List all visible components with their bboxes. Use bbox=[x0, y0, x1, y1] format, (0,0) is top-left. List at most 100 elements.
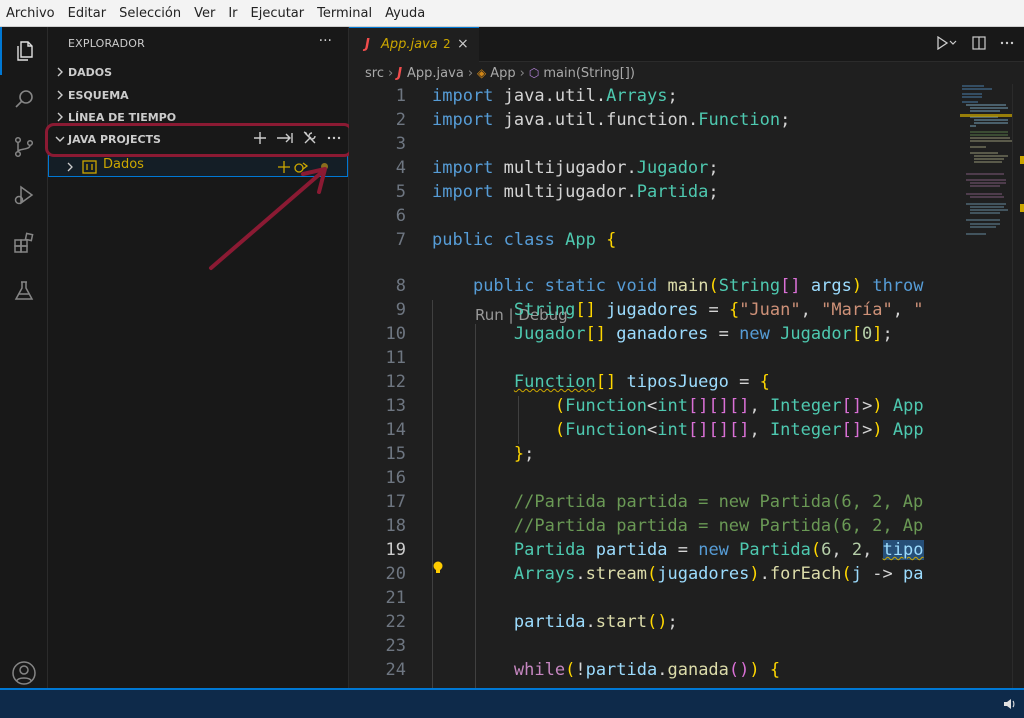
breadcrumb-src[interactable]: src bbox=[365, 66, 384, 81]
code-line[interactable]: 24 while(!partida.ganada()) { bbox=[349, 658, 952, 682]
warning-marker bbox=[1020, 204, 1024, 212]
editor-actions bbox=[936, 35, 1014, 54]
files-icon[interactable] bbox=[0, 27, 48, 75]
code-text: import java.util.Arrays; bbox=[432, 86, 678, 106]
code-line[interactable]: 22 partida.start(); bbox=[349, 610, 952, 634]
code-text: import java.util.function.Function; bbox=[432, 110, 791, 130]
code-line[interactable]: 16 bbox=[349, 466, 952, 490]
code-line[interactable]: 1 import java.util.Arrays; bbox=[349, 84, 952, 108]
breadcrumb-file[interactable]: App.java bbox=[407, 66, 464, 81]
close-icon[interactable]: × bbox=[457, 36, 469, 52]
breadcrumb-class[interactable]: App bbox=[490, 66, 515, 81]
tab-app-java[interactable]: J App.java 2 × bbox=[349, 27, 479, 62]
code-text: import multijugador.Partida; bbox=[432, 182, 719, 202]
more-icon[interactable] bbox=[1000, 36, 1014, 54]
line-number: 21 bbox=[385, 588, 406, 608]
source-control-icon[interactable] bbox=[0, 123, 48, 171]
code-text: public static void main(String[] args) t… bbox=[472, 276, 924, 296]
menu-seleccion[interactable]: Selección bbox=[119, 6, 181, 21]
code-line[interactable]: 18 //Partida partida = new Partida(6, 2,… bbox=[349, 514, 952, 538]
annotation-arrow-icon bbox=[209, 167, 327, 270]
notifications-icon[interactable] bbox=[1002, 696, 1016, 715]
java-file-icon: J bbox=[397, 65, 403, 81]
line-number: 6 bbox=[395, 206, 406, 226]
code-line[interactable]: 23 bbox=[349, 634, 952, 658]
chevron-right-icon bbox=[54, 64, 66, 83]
code-text: //Partida partida = new Partida(6, 2, Ap bbox=[432, 516, 924, 536]
line-number: 12 bbox=[385, 372, 406, 392]
line-number: 23 bbox=[385, 636, 406, 656]
line-number: 13 bbox=[385, 396, 406, 416]
line-number: 4 bbox=[395, 158, 406, 178]
project-label: Dados bbox=[103, 157, 144, 172]
code-line[interactable]: 9 String[] jugadores = {"Juan", "María",… bbox=[349, 298, 952, 322]
line-number: 14 bbox=[385, 420, 406, 440]
chevron-right-icon: › bbox=[467, 65, 474, 81]
annotation-highlight-box bbox=[45, 123, 353, 157]
code-text: }; bbox=[513, 444, 535, 464]
code-line[interactable]: 20 Arrays.stream(jugadores).forEach(j ->… bbox=[349, 562, 952, 586]
extensions-icon[interactable] bbox=[0, 219, 48, 267]
status-bar bbox=[0, 688, 1024, 718]
code-line[interactable]: 2 import java.util.function.Function; bbox=[349, 108, 952, 132]
section-dados[interactable]: DADOS bbox=[48, 61, 348, 83]
menu-bar: Archivo Editar Selección Ver Ir Ejecutar… bbox=[0, 0, 1024, 27]
line-number: 3 bbox=[395, 134, 406, 154]
search-icon[interactable] bbox=[0, 75, 48, 123]
menu-editar[interactable]: Editar bbox=[68, 6, 107, 21]
explorer-title: EXPLORADOR bbox=[68, 37, 146, 50]
split-editor-icon[interactable] bbox=[972, 36, 986, 54]
run-debug-icon[interactable] bbox=[0, 171, 48, 219]
breadcrumb-method[interactable]: main(String[]) bbox=[543, 66, 635, 81]
line-number: 16 bbox=[385, 468, 406, 488]
code-text: Partida partida = new Partida(6, 2, tipo bbox=[513, 540, 924, 560]
tab-bar: J App.java 2 × bbox=[349, 27, 1024, 62]
problems-count: 2 bbox=[443, 37, 451, 51]
menu-ver[interactable]: Ver bbox=[194, 6, 215, 21]
menu-ir[interactable]: Ir bbox=[228, 6, 237, 21]
project-icon bbox=[82, 159, 97, 178]
code-line[interactable]: 8 public static void main(String[] args)… bbox=[349, 274, 952, 298]
run-icon[interactable] bbox=[936, 35, 958, 54]
vertical-scrollbar[interactable] bbox=[1012, 84, 1024, 688]
method-icon: ⬡ bbox=[528, 66, 540, 80]
line-number: 19 bbox=[385, 540, 406, 560]
code-line[interactable]: 14 (Function<int[][][], Integer[]>) App bbox=[349, 418, 952, 442]
menu-archivo[interactable]: Archivo bbox=[6, 6, 55, 21]
code-text: import multijugador.Jugador; bbox=[432, 158, 719, 178]
explorer-more-button[interactable]: ··· bbox=[319, 33, 332, 49]
code-line[interactable]: 10 Jugador[] ganadores = new Jugador[0]; bbox=[349, 322, 952, 346]
code-line[interactable]: 13 (Function<int[][][], Integer[]>) App bbox=[349, 394, 952, 418]
code-line[interactable]: 21 bbox=[349, 586, 952, 610]
section-esquema[interactable]: ESQUEMA bbox=[48, 84, 348, 106]
line-number: 1 bbox=[395, 86, 406, 106]
line-number: 22 bbox=[385, 612, 406, 632]
menu-ayuda[interactable]: Ayuda bbox=[385, 6, 425, 21]
code-line[interactable]: 4 import multijugador.Jugador; bbox=[349, 156, 952, 180]
menu-ejecutar[interactable]: Ejecutar bbox=[251, 6, 305, 21]
code-text: partida.start(); bbox=[513, 612, 678, 632]
section-label: ESQUEMA bbox=[68, 88, 129, 102]
menu-terminal[interactable]: Terminal bbox=[317, 6, 372, 21]
code-line[interactable]: 3 bbox=[349, 132, 952, 156]
class-icon: ◈ bbox=[477, 66, 487, 80]
code-line[interactable]: 12 Function[] tiposJuego = { bbox=[349, 370, 952, 394]
code-editor[interactable]: Run | Debug 1 import java.util.Arrays; 2 im… bbox=[349, 84, 952, 688]
code-line[interactable]: 19 Partida partida = new Partida(6, 2, t… bbox=[349, 538, 952, 562]
minimap[interactable] bbox=[960, 84, 1012, 688]
code-line[interactable]: 5 import multijugador.Partida; bbox=[349, 180, 952, 204]
section-label: LÍNEA DE TIEMPO bbox=[68, 110, 177, 124]
code-line[interactable]: 11 bbox=[349, 346, 952, 370]
testing-icon[interactable] bbox=[0, 267, 48, 315]
code-line[interactable]: 6 bbox=[349, 204, 952, 228]
chevron-right-icon: › bbox=[387, 65, 394, 81]
line-number: 5 bbox=[395, 182, 406, 202]
chevron-right-icon bbox=[54, 87, 66, 106]
code-line[interactable]: 15 }; bbox=[349, 442, 952, 466]
code-line[interactable]: 7 public class App { bbox=[349, 228, 952, 252]
code-line[interactable]: 17 //Partida partida = new Partida(6, 2,… bbox=[349, 490, 952, 514]
code-text: Function[] tiposJuego = { bbox=[513, 372, 770, 392]
activity-bar bbox=[0, 27, 48, 688]
code-text: String[] jugadores = {"Juan", "María", " bbox=[513, 300, 924, 320]
line-number: 11 bbox=[385, 348, 406, 368]
